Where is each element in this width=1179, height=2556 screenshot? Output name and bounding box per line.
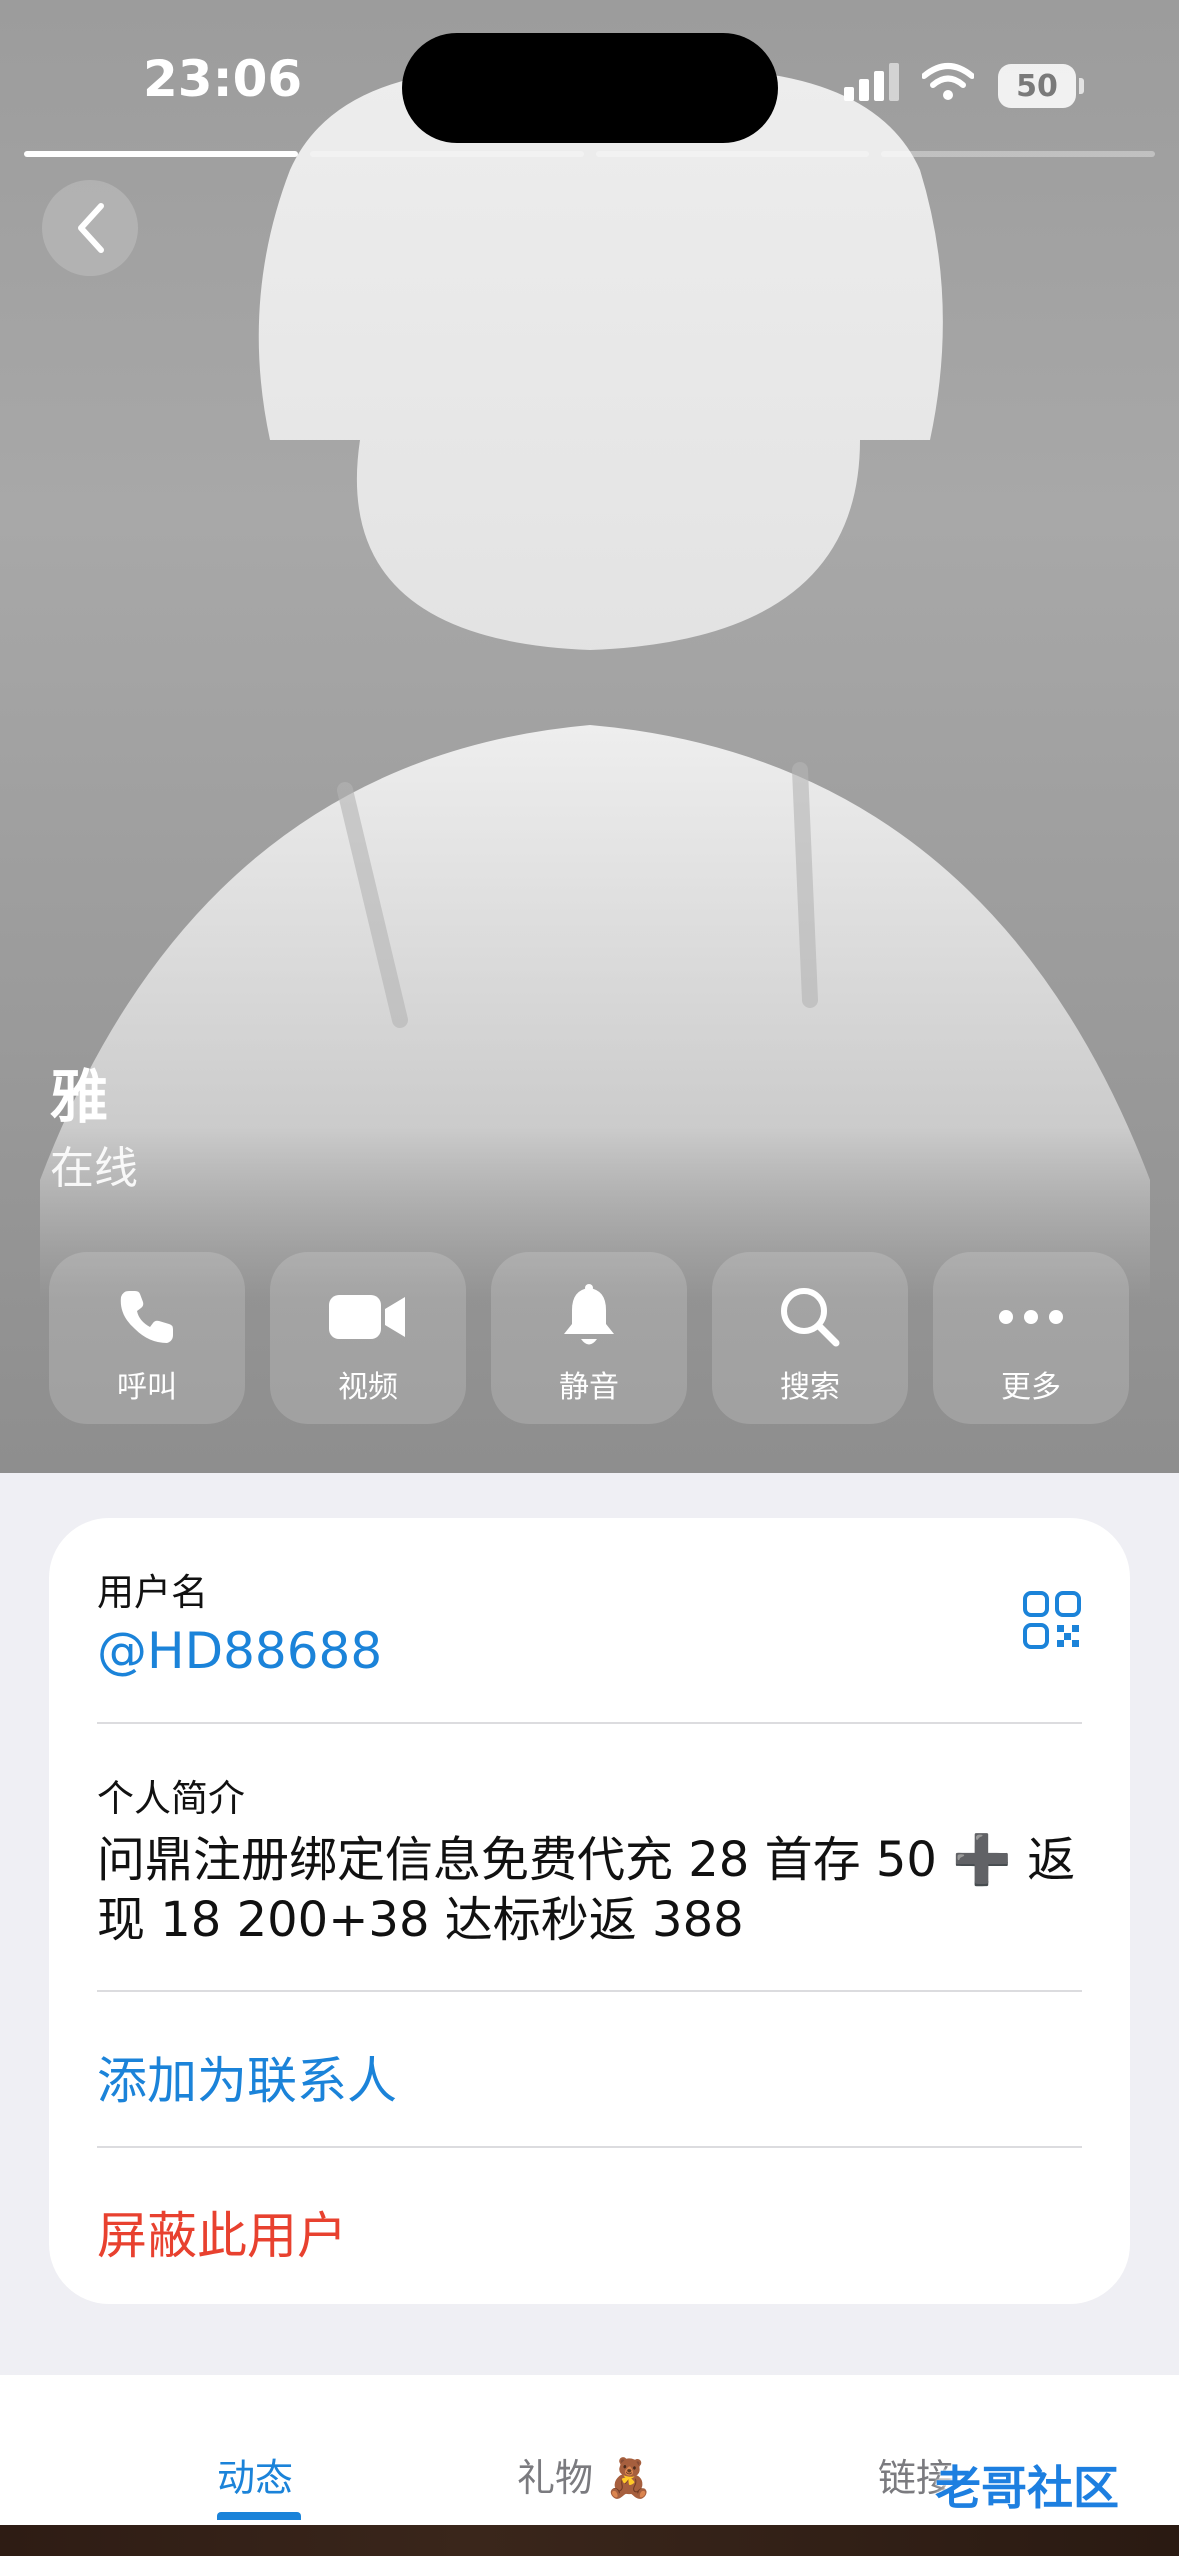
- tab-gifts[interactable]: 礼物 🧸: [517, 2447, 652, 2502]
- chevron-left-icon: [78, 203, 104, 253]
- more-dots-icon: [999, 1310, 1063, 1324]
- bio-label: 个人简介: [97, 1777, 245, 1820]
- divider: [97, 2146, 1082, 2148]
- story-bar: [881, 151, 1155, 157]
- profile-header: 23:06 50 雅 在线 呼叫 视频 静音 搜索 更多: [0, 0, 1179, 1473]
- story-bar: [595, 151, 870, 157]
- more-button-label: 更多: [1001, 1370, 1061, 1405]
- video-camera-icon: [329, 1295, 405, 1339]
- tab-posts[interactable]: 动态: [217, 2447, 293, 2502]
- dynamic-island: [402, 33, 778, 143]
- bio-text: 问鼎注册绑定信息免费代充 28 首存 50 ➕ 返现 18 200+38 达标秒…: [97, 1832, 1076, 1948]
- phone-icon: [120, 1291, 173, 1343]
- action-buttons-row: 呼叫 视频 静音 搜索 更多: [49, 1252, 1129, 1424]
- call-button[interactable]: 呼叫: [49, 1252, 245, 1424]
- mute-button[interactable]: 静音: [491, 1252, 687, 1424]
- more-button[interactable]: 更多: [933, 1252, 1129, 1424]
- video-button-label: 视频: [338, 1370, 398, 1405]
- username-label: 用户名: [97, 1571, 208, 1614]
- battery-tip: [1079, 78, 1084, 94]
- search-button[interactable]: 搜索: [712, 1252, 908, 1424]
- story-bar: [24, 151, 298, 157]
- story-bar: [309, 151, 584, 157]
- watermark-logo: 老哥社区: [935, 2461, 1119, 2515]
- battery-indicator: 50: [998, 64, 1076, 108]
- bio-section: 个人简介 问鼎注册绑定信息免费代充 28 首存 50 ➕ 返现 18 200+3…: [97, 1768, 1082, 1950]
- qr-code-icon[interactable]: [1022, 1590, 1082, 1650]
- active-tab-indicator: [217, 2512, 301, 2520]
- wifi-icon: [922, 63, 974, 100]
- info-card: 用户名 @HD88688 个人简介 问鼎注册绑定信息免费代充 28 首存 50 …: [49, 1518, 1130, 2304]
- search-icon: [781, 1288, 840, 1347]
- search-button-label: 搜索: [780, 1370, 840, 1405]
- status-time: 23:06: [143, 50, 303, 108]
- back-button[interactable]: [42, 180, 138, 276]
- bell-icon: [564, 1284, 614, 1345]
- video-button[interactable]: 视频: [270, 1252, 466, 1424]
- block-user-button[interactable]: 屏蔽此用户: [97, 2196, 347, 2268]
- content-preview-strip: [0, 2525, 1179, 2556]
- status-icons: [844, 62, 974, 102]
- call-button-label: 呼叫: [117, 1370, 177, 1405]
- username-section[interactable]: 用户名 @HD88688: [97, 1562, 382, 1680]
- story-progress-bars: [24, 151, 1155, 157]
- mute-button-label: 静音: [559, 1370, 619, 1405]
- divider: [97, 1990, 1082, 1992]
- cellular-signal-icon: [844, 63, 899, 101]
- divider: [97, 1722, 1082, 1724]
- username-value[interactable]: @HD88688: [97, 1622, 382, 1680]
- profile-online-status: 在线: [50, 1143, 138, 1194]
- profile-name: 雅: [50, 1063, 109, 1131]
- add-contact-button[interactable]: 添加为联系人: [97, 2041, 397, 2113]
